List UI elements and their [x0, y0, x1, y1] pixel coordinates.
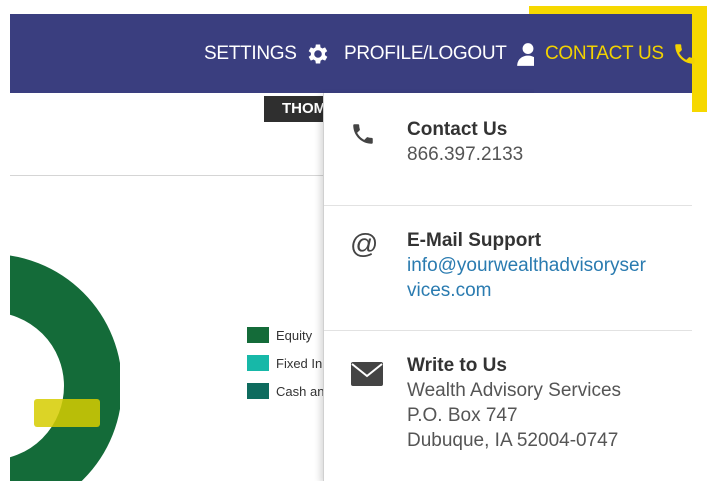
- write-to-us-section: Write to Us Wealth Advisory Services P.O…: [324, 331, 692, 481]
- legend-swatch: [247, 355, 269, 371]
- legend-swatch: [247, 327, 269, 343]
- nav-contact-us-link[interactable]: CONTACT US: [545, 14, 698, 93]
- mail-address-line-2: P.O. Box 747: [407, 405, 518, 426]
- contact-phone-title: Contact Us: [407, 119, 508, 140]
- contact-phone-section: Contact Us 866.397.2133: [324, 93, 692, 206]
- email-support-title: E-Mail Support: [407, 230, 542, 251]
- legend-label: Cash an: [276, 383, 325, 399]
- phone-icon: [672, 41, 698, 67]
- contact-dropdown-menu: Contact Us 866.397.2133 @ E-Mail Support…: [323, 93, 692, 481]
- legend-item-fixed-income: Fixed In: [247, 353, 322, 373]
- at-icon: @: [350, 228, 379, 259]
- nav-settings-link[interactable]: SETTINGS: [204, 14, 331, 93]
- mail-address-line-1: Wealth Advisory Services: [407, 380, 622, 401]
- envelope-icon: [350, 361, 384, 392]
- nav-contact-label: CONTACT US: [545, 42, 664, 64]
- gear-icon: [305, 41, 331, 67]
- chart-highlight-marker: [34, 399, 100, 427]
- email-line-2: vices.com: [407, 280, 492, 301]
- write-to-us-title: Write to Us: [407, 355, 507, 376]
- legend-item-cash: Cash an: [247, 381, 324, 401]
- mail-address-line-3: Dubuque, IA 52004-0747: [407, 430, 619, 451]
- donut-segment-equity: [10, 255, 120, 481]
- phone-icon: [350, 121, 376, 152]
- contact-phone-number[interactable]: 866.397.2133: [407, 142, 523, 167]
- email-support-section: @ E-Mail Support info@yourwealthadvisory…: [324, 206, 692, 331]
- legend-item-equity: Equity: [247, 325, 312, 345]
- nav-profile-label: PROFILE/LOGOUT: [344, 42, 507, 64]
- nav-profile-logout-link[interactable]: PROFILE/LOGOUT: [344, 14, 541, 93]
- allocation-donut-chart: [10, 255, 120, 481]
- email-line-1: info@yourwealthadvisoryser: [407, 255, 646, 276]
- email-support-link[interactable]: info@yourwealthadvisoryser vices.com: [407, 253, 646, 303]
- legend-swatch: [247, 383, 269, 399]
- legend-label: Equity: [276, 327, 313, 343]
- legend-label: Fixed In: [276, 355, 323, 371]
- nav-settings-label: SETTINGS: [204, 42, 297, 64]
